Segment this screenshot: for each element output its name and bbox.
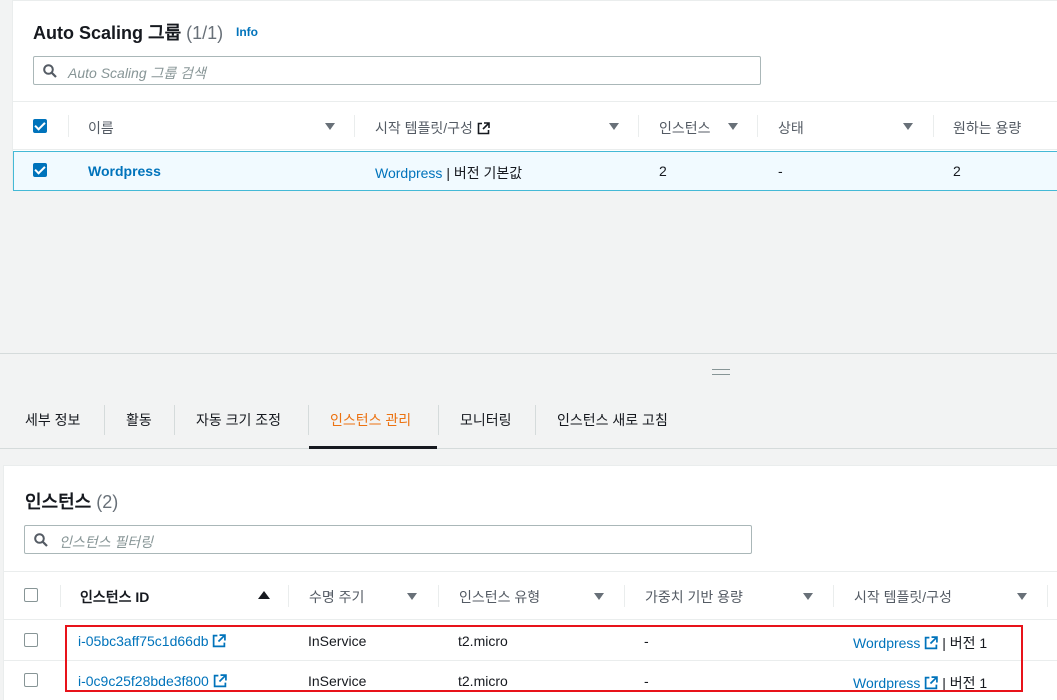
instances-count: 2 [659,163,667,179]
column-separator [1047,585,1048,607]
auto-scaling-groups-title: Auto Scaling 그룹 (1/1) [33,19,223,45]
column-separator [68,115,69,137]
tab-details[interactable]: 세부 정보 [25,410,80,430]
column-header-template[interactable]: 시작 템플릿/구성 [375,118,490,138]
sort-ascending-icon[interactable] [258,591,270,599]
search-icon [43,64,57,78]
row-checkbox[interactable] [33,163,47,177]
column-header-instance-id[interactable]: 인스턴스 ID [80,587,149,607]
title-text: 인스턴스 [25,492,92,512]
column-separator [757,115,758,137]
column-header-lifecycle[interactable]: 수명 주기 [309,587,364,607]
groups-table-header: 이름 시작 템플릿/구성 인스턴스 상태 원하는 용량 [13,101,1057,150]
tab-separator [535,405,536,435]
sort-caret-icon[interactable] [594,593,604,600]
table-row[interactable]: Wordpress Wordpress | 버전 기본값 2 - 2 [13,151,1057,191]
template-cell: Wordpress | 버전 기본값 [375,163,522,183]
instances-count-label: (2) [96,492,119,512]
split-panel-divider [0,353,1057,354]
search-icon [34,533,48,547]
column-separator [438,585,439,607]
instances-title: 인스턴스 (2) [25,488,118,514]
tab-instance-refresh[interactable]: 인스턴스 새로 고침 [557,410,668,430]
tab-separator [438,405,439,435]
tab-separator [104,405,105,435]
sort-caret-icon[interactable] [407,593,417,600]
row-checkbox[interactable] [24,673,38,687]
title-text: Auto Scaling 그룹 [33,23,182,43]
tab-separator [308,405,309,435]
sort-caret-icon[interactable] [728,123,738,130]
column-header-launch-template[interactable]: 시작 템플릿/구성 [854,587,952,607]
row-checkbox[interactable] [24,633,38,647]
instances-table-header: 인스턴스 ID 수명 주기 인스턴스 유형 가중치 기반 용량 시작 템플릿/구… [4,571,1057,620]
group-name-link[interactable]: Wordpress [88,163,161,179]
column-header-desired-capacity[interactable]: 원하는 용량 [953,118,1021,138]
sort-caret-icon[interactable] [325,123,335,130]
instances-filter-input[interactable]: 인스턴스 필터링 [24,525,752,554]
column-header-instances[interactable]: 인스턴스 [659,118,711,138]
template-link[interactable]: Wordpress [375,165,442,181]
selection-count: (1/1) [186,23,224,43]
column-separator [933,115,934,137]
column-header-instance-type[interactable]: 인스턴스 유형 [459,587,540,607]
template-version: | 버전 기본값 [442,165,523,181]
external-link-icon [477,122,490,135]
tab-bar: 세부 정보 활동 자동 크기 조정 인스턴스 관리 모니터링 인스턴스 새로 고… [0,400,1057,449]
sort-caret-icon[interactable] [903,123,913,130]
auto-scaling-groups-panel: Auto Scaling 그룹 (1/1) Info Auto Scaling … [12,0,1057,191]
select-all-checkbox[interactable] [33,119,47,133]
column-separator [354,115,355,137]
sort-caret-icon[interactable] [609,123,619,130]
tab-monitoring[interactable]: 모니터링 [460,410,512,430]
column-separator [833,585,834,607]
sort-caret-icon[interactable] [1017,593,1027,600]
sort-caret-icon[interactable] [803,593,813,600]
tab-activity[interactable]: 활동 [126,410,152,430]
active-tab-indicator [309,446,437,449]
auto-scaling-search-input[interactable]: Auto Scaling 그룹 검색 [33,56,761,85]
column-separator [638,115,639,137]
template-header-label: 시작 템플릿/구성 [375,120,473,136]
column-separator [288,585,289,607]
search-placeholder: Auto Scaling 그룹 검색 [68,65,206,81]
column-separator [60,585,61,607]
select-all-checkbox[interactable] [24,588,38,602]
column-header-name[interactable]: 이름 [88,118,114,138]
resize-handle[interactable] [712,369,730,375]
tab-automatic-scaling[interactable]: 자동 크기 조정 [196,410,281,430]
tab-instance-management[interactable]: 인스턴스 관리 [330,410,411,430]
column-separator [624,585,625,607]
column-header-weighted-capacity[interactable]: 가중치 기반 용량 [645,587,743,607]
annotation-highlight-box [65,625,1023,692]
column-header-status[interactable]: 상태 [778,118,804,138]
status-value: - [778,163,783,179]
info-link[interactable]: Info [236,25,258,39]
desired-capacity-value: 2 [953,163,961,179]
tab-separator [174,405,175,435]
filter-placeholder: 인스턴스 필터링 [59,534,154,550]
